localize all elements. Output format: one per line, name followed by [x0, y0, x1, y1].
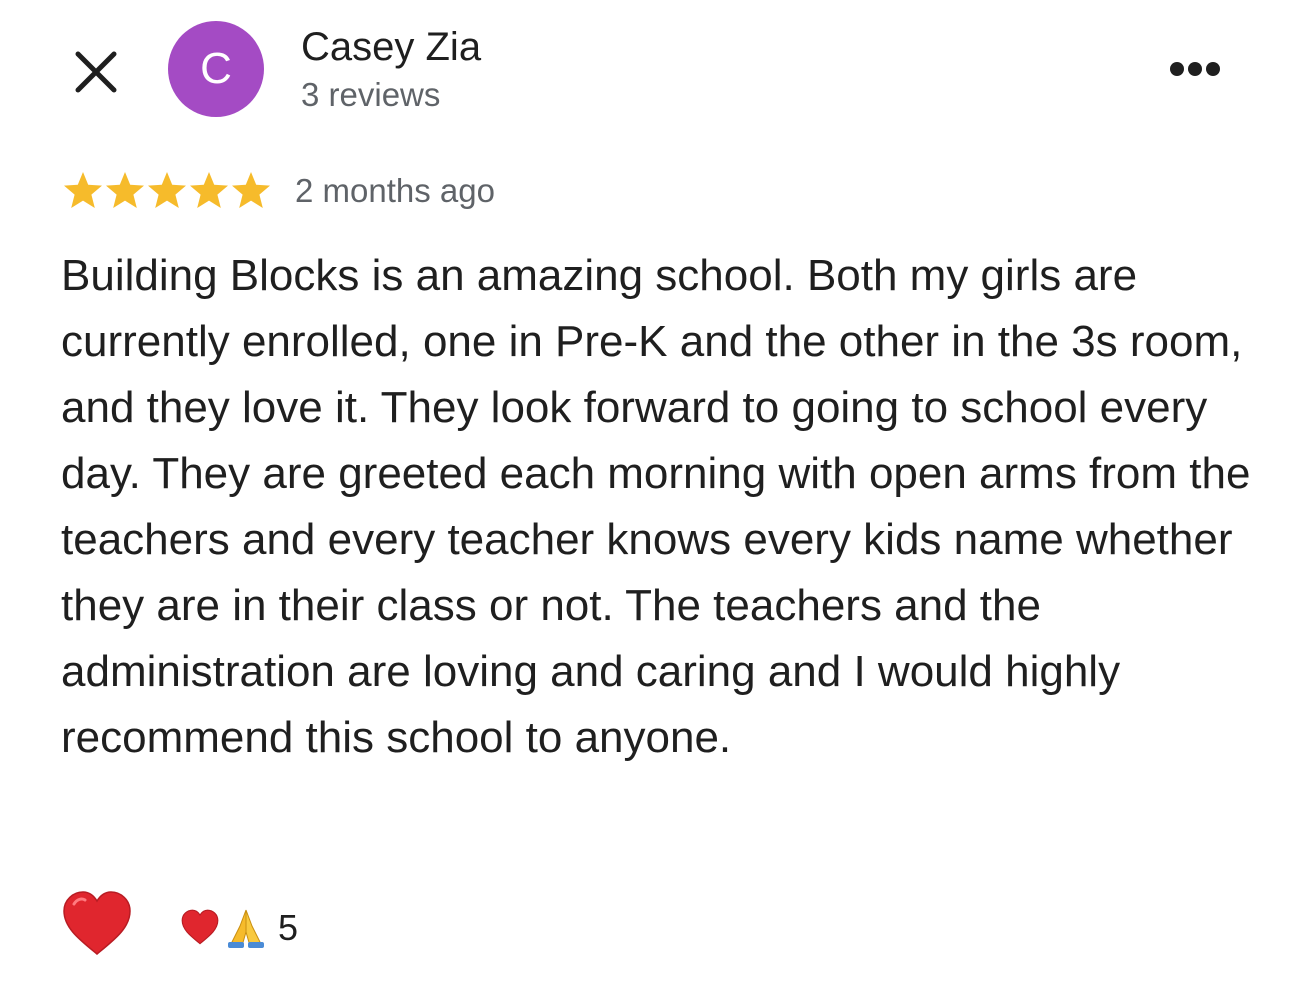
star-rating: [62, 170, 272, 212]
review-text: Building Blocks is an amazing school. Bo…: [61, 251, 1251, 762]
close-button[interactable]: [66, 42, 126, 102]
reaction-summary[interactable]: 5: [180, 902, 298, 954]
avatar[interactable]: C: [168, 21, 264, 117]
more-horizontal-icon: [1170, 62, 1220, 76]
more-options-button[interactable]: [1160, 46, 1230, 92]
star-icon: [148, 172, 186, 208]
author-name[interactable]: Casey Zia: [301, 22, 481, 72]
heart-icon: [63, 891, 131, 955]
star-icon: [190, 172, 228, 208]
reaction-count: 5: [278, 907, 299, 948]
avatar-letter: C: [200, 44, 232, 93]
like-button[interactable]: [60, 888, 134, 962]
heart-icon: [181, 909, 219, 945]
review-date: 2 months ago: [295, 172, 495, 209]
review-count: 3 reviews: [301, 76, 441, 113]
star-icon: [106, 172, 144, 208]
star-icon: [232, 172, 270, 208]
folded-hands-icon: [228, 909, 264, 948]
close-icon: [75, 51, 117, 93]
star-icon: [64, 172, 102, 208]
